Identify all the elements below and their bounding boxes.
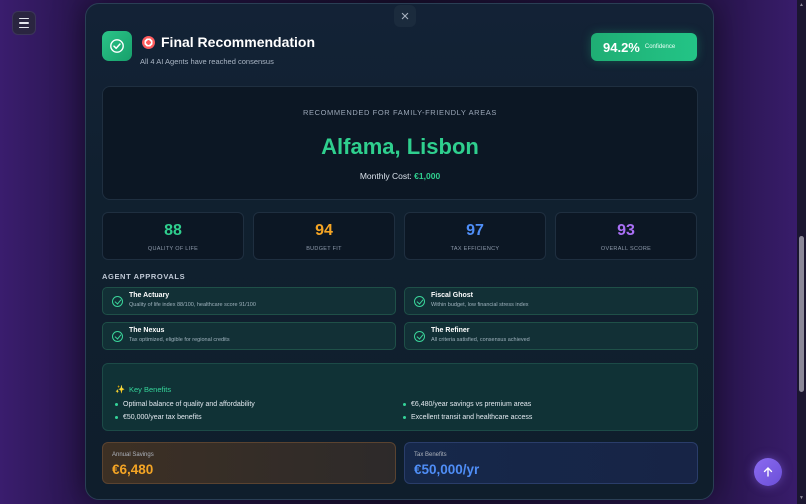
stat-budget-fit: 94 BUDGET FIT [253,212,395,260]
stat-value: 94 [315,222,333,239]
bullet-icon [403,416,406,419]
annual-savings-label: Annual Savings [112,452,154,458]
arrow-up-icon [763,467,773,477]
check-circle-icon [414,296,425,307]
agent-name: The Nexus [129,327,165,334]
agent-approval-refiner: The Refiner All criteria satisfied, cons… [404,322,698,350]
annual-savings-value: €6,480 [112,462,154,477]
close-button[interactable]: × [394,5,416,27]
menu-icon[interactable] [12,11,36,35]
benefit-text: Excellent transit and healthcare access [411,414,533,421]
key-benefits-card: ✨ Key Benefits Optimal balance of qualit… [102,363,698,431]
confidence-label: Confidence [644,44,676,50]
stat-value: 93 [617,222,635,239]
confidence-badge: 94.2% Confidence [591,33,697,61]
benefit-item: Optimal balance of quality and affordabi… [115,401,255,408]
key-benefits-title-text: Key Benefits [128,385,172,394]
benefit-text: Optimal balance of quality and affordabi… [123,401,255,408]
bullet-icon [115,416,118,419]
confidence-value: 94.2% [603,39,640,55]
agent-desc: Quality of life index 88/100, healthcare… [129,302,256,308]
benefit-item: €6,480/year savings vs premium areas [403,401,531,408]
modal-subtitle: All 4 AI Agents have reached consensus [140,57,274,66]
target-icon [142,35,155,49]
stat-label: TAX EFFICIENCY [450,246,500,252]
agent-name: The Refiner [431,327,470,334]
scroll-up-icon[interactable]: ▲ [799,2,804,8]
key-benefits-title: ✨ Key Benefits [115,385,171,394]
annual-savings-card: Annual Savings €6,480 [102,442,396,484]
check-badge-icon [102,31,132,61]
recommendation-modal: × Final Recommendation All 4 AI Agents h… [85,3,714,500]
check-circle-icon [414,331,425,342]
agent-desc: All criteria satisfied, consensus achiev… [431,337,530,343]
agent-name: Fiscal Ghost [431,292,474,299]
scroll-down-icon[interactable]: ▼ [799,495,804,501]
stat-value: 97 [466,222,484,239]
stat-tax-efficiency: 97 TAX EFFICIENCY [404,212,546,260]
benefit-item: Excellent transit and healthcare access [403,414,532,421]
agent-approvals-title: AGENT APPROVALS [102,272,186,281]
bullet-icon [115,403,118,406]
agent-desc: Tax optimized, eligible for regional cre… [129,337,230,343]
stat-label: BUDGET FIT [306,246,342,252]
sparkles-icon: ✨ [115,385,125,394]
close-icon: × [400,7,410,25]
check-circle-icon [112,331,123,342]
benefit-text: €6,480/year savings vs premium areas [411,401,532,408]
recommendation-card: RECOMMENDED FOR FAMILY-FRIENDLY AREAS Al… [102,86,698,200]
tax-benefits-value: €50,000/yr [414,462,480,477]
check-circle-icon [112,296,123,307]
agent-desc: Within budget, low financial stress inde… [431,302,529,308]
benefit-item: €50,000/year tax benefits [115,414,202,421]
recommendation-eyebrow: RECOMMENDED FOR FAMILY-FRIENDLY AREAS [302,108,498,117]
monthly-cost-value: €1,000 [414,171,441,181]
modal-title: Final Recommendation [161,34,316,50]
stat-value: 88 [164,222,182,239]
modal-header: Final Recommendation [142,34,315,50]
benefit-text: €50,000/year tax benefits [123,414,202,421]
scroll-to-top-button[interactable] [754,458,782,486]
agent-approval-nexus: The Nexus Tax optimized, eligible for re… [102,322,396,350]
agent-name: The Actuary [129,292,170,299]
stat-quality-of-life: 88 QUALITY OF LIFE [102,212,244,260]
stat-label: OVERALL SCORE [600,246,652,252]
scrollbar-thumb[interactable] [799,236,804,392]
bullet-icon [403,403,406,406]
monthly-cost-label: Monthly Cost: [359,171,412,181]
agent-approval-actuary: The Actuary Quality of life index 88/100… [102,287,396,315]
stat-overall-score: 93 OVERALL SCORE [555,212,697,260]
agent-approval-fiscal-ghost: Fiscal Ghost Within budget, low financia… [404,287,698,315]
tax-benefits-card: Tax Benefits €50,000/yr [404,442,698,484]
stat-label: QUALITY OF LIFE [147,246,199,252]
recommended-location: Alfama, Lisbon [321,134,479,159]
monthly-cost: Monthly Cost: €1,000 [103,171,697,181]
tax-benefits-label: Tax Benefits [414,452,447,458]
